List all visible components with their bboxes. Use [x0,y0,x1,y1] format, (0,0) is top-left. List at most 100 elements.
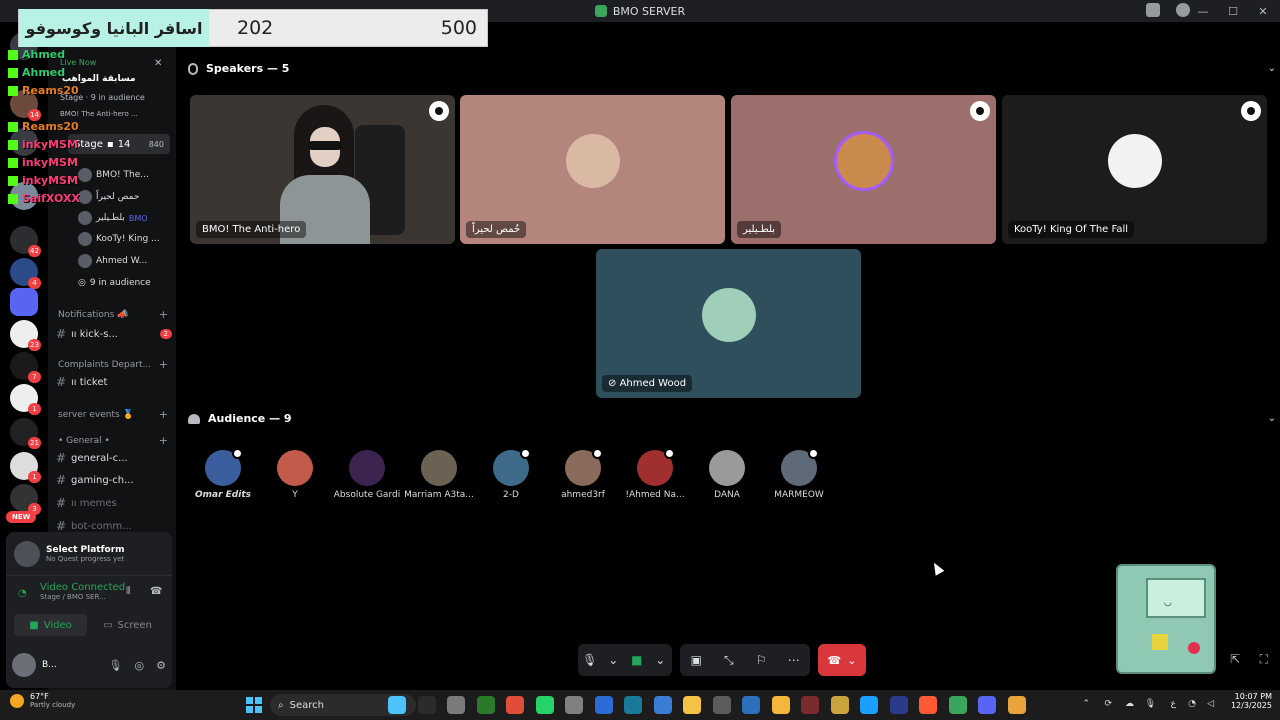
audience-member[interactable]: MARMEOW [763,448,835,500]
invite-icon[interactable]: ⚐ [749,653,773,667]
speaker-tile[interactable]: بلطـيلير [731,95,996,244]
cloud-icon[interactable]: ☁ [1125,699,1134,709]
taskbar-app-icon[interactable] [889,696,908,714]
server-icon[interactable]: 4 [10,258,41,289]
quest-widget[interactable]: Select Platform No Quest progress yet [6,532,172,576]
avatar[interactable] [12,653,36,677]
language-icon[interactable]: ع [1171,699,1176,709]
popout-icon[interactable]: ⇱ [1230,652,1240,666]
camera-icon[interactable]: ■ [625,653,649,667]
chevron-down-icon[interactable]: ⌄ [649,653,673,667]
mic-icon[interactable]: 🎙 [109,659,123,672]
server-icon[interactable]: 7 [10,352,41,383]
taskbar-app-icon[interactable] [919,696,937,714]
mic-icon[interactable]: 🎙 [578,653,602,667]
category-server-events[interactable]: server events 🏅 + [58,408,168,421]
server-icon[interactable]: 3 [10,484,41,515]
more-icon[interactable]: ⋯ [782,653,806,667]
taskbar-app-icon[interactable] [801,696,819,714]
taskbar-app-icon[interactable] [624,696,642,714]
taskbar-app-icon[interactable] [948,696,967,714]
category-notifications[interactable]: Notifications 📣 + [58,308,168,321]
channel-general[interactable]: # general-c... [56,448,172,468]
mic-icon[interactable]: 🎙 [1145,699,1156,709]
add-channel-icon[interactable]: + [159,408,168,421]
audience-member[interactable]: Omar Edits [187,448,259,500]
video-button[interactable]: ■ Video [14,614,87,636]
chevron-down-icon[interactable]: ⌄ [847,654,856,667]
chevron-down-icon[interactable]: ⌄ [602,653,626,667]
fullscreen-icon[interactable]: ⛶ [1260,652,1268,667]
maximize-button[interactable]: ☐ [1226,5,1240,18]
category-complaints[interactable]: Complaints Depart... + [58,358,168,371]
taskbar-app-icon[interactable] [594,696,613,714]
channel-ticket[interactable]: # ıı ticket [56,372,172,392]
add-channel-icon[interactable]: + [159,358,168,371]
speaker-item[interactable]: Ahmed W... [78,252,168,270]
chevron-down-icon[interactable]: ⌄ [1268,63,1276,74]
speaker-item[interactable]: BMO! The... [78,166,168,184]
pin-icon[interactable] [1241,101,1261,121]
close-button[interactable]: ✕ [1256,5,1270,18]
audience-member[interactable]: !Ahmed Na... [619,448,691,500]
audience-member[interactable]: DANA [691,450,763,500]
add-channel-icon[interactable]: + [159,434,168,447]
speaker-item[interactable]: بلطـيلير BMO [78,209,168,227]
start-button[interactable] [246,697,262,713]
server-icon[interactable]: 21 [10,418,41,449]
disconnect-icon[interactable]: ☎ [150,586,162,597]
headphones-icon[interactable]: ◎ [135,659,145,672]
screen-share-icon[interactable]: ▣ [684,653,708,667]
taskbar-app-icon[interactable] [388,696,406,714]
taskbar-app-icon[interactable] [476,696,495,714]
clock[interactable]: 10:07 PM 12/3/2025 [1231,692,1272,710]
server-icon[interactable]: 23 [10,320,41,351]
speaker-tile[interactable]: حُمص لحيراً [460,95,725,244]
taskbar-app-icon[interactable] [535,696,554,714]
stage-channel[interactable]: Stage ▪ 14 840 [68,134,170,154]
taskbar-app-icon[interactable] [653,696,672,714]
taskbar-app-icon[interactable] [417,696,436,714]
inbox-icon[interactable] [1146,3,1160,17]
taskbar-app-icon[interactable] [1007,696,1026,714]
channel-gaming[interactable]: # gaming-ch... [56,470,172,490]
taskbar-app-icon[interactable] [860,696,878,714]
signal-icon[interactable]: ◔ [18,588,27,599]
audience-item[interactable]: ◎ 9 in audience [78,274,168,292]
chevron-up-icon[interactable]: ⌃ [1082,699,1090,709]
audience-member[interactable]: Y [259,450,331,500]
noise-suppression-icon[interactable]: ⦀ [126,586,130,597]
minimize-button[interactable]: — [1196,5,1210,18]
speaker-tile[interactable]: ⊘ Ahmed Wood [596,249,861,398]
server-icon[interactable]: 1 [10,384,41,415]
taskbar-app-icon[interactable] [771,696,790,714]
pin-icon[interactable] [970,101,990,121]
activity-icon[interactable]: ⤡ [717,653,741,668]
close-icon[interactable]: ✕ [154,58,162,69]
leave-button[interactable]: ☎ ⌄ [818,644,866,676]
audience-member[interactable]: Absolute Gardi [331,450,403,500]
pin-icon[interactable] [429,101,449,121]
add-channel-icon[interactable]: + [159,308,168,321]
taskbar-app-icon[interactable] [742,696,760,714]
category-general[interactable]: • General • + [58,434,168,447]
audience-header[interactable]: Audience — 9 ⌄ [188,412,1276,425]
audience-member[interactable]: Marriam A3ta... [403,450,475,500]
server-icon[interactable]: 1 [10,452,41,483]
speaker-item[interactable]: KooTy! King ... [78,230,168,248]
channel-kick[interactable]: # ıı kick-s... 2 [56,324,172,344]
taskbar-app-icon[interactable] [447,696,465,714]
speaker-item[interactable]: حمص لحيراً [78,188,168,206]
chevron-down-icon[interactable]: ⌄ [1268,413,1276,424]
channel-memes[interactable]: # ıı memes [56,493,172,513]
voice-channel[interactable]: Stage / BMO SER... [14,593,164,601]
sync-icon[interactable]: ⟳ [1104,699,1112,709]
taskbar-app-icon[interactable] [830,696,849,714]
taskbar-app-icon[interactable] [506,696,524,714]
taskbar-app-icon[interactable] [565,696,583,714]
audience-member[interactable]: 2-D [475,448,547,500]
taskbar-app-icon[interactable] [978,696,996,714]
help-icon[interactable] [1176,3,1190,17]
taskbar-app-icon[interactable] [683,696,701,714]
folder-icon[interactable] [10,288,38,316]
